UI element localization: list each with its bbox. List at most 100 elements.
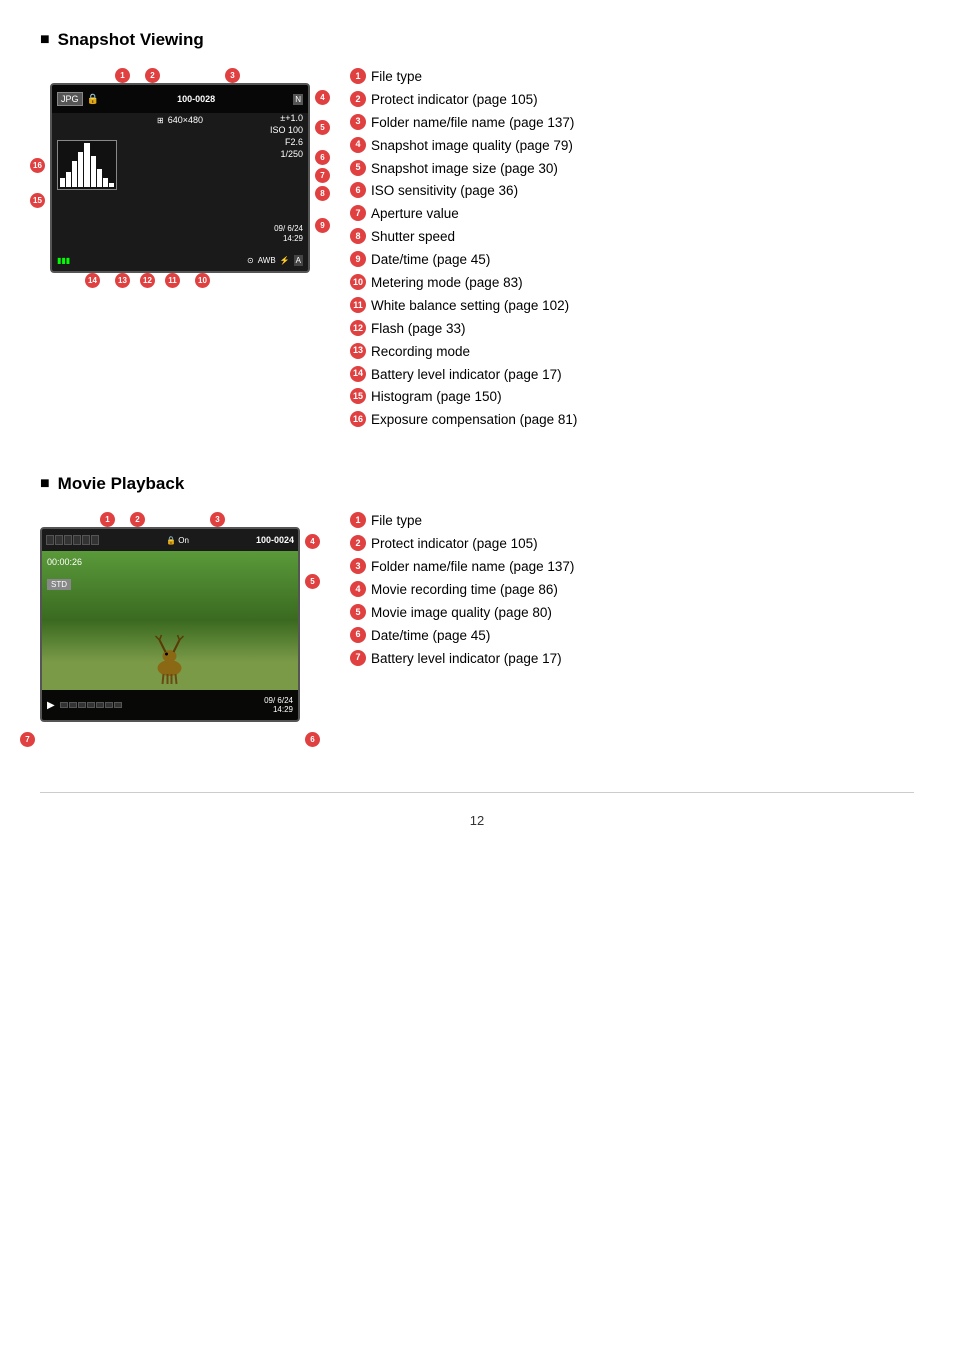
movie-num-3: 3 xyxy=(350,558,366,574)
movie-item-4: 4 Movie recording time (page 86) xyxy=(350,581,914,600)
movie-item-6: 6 Date/time (page 45) xyxy=(350,627,914,646)
snap-num-10: 10 xyxy=(350,274,366,290)
snap-num-6: 6 xyxy=(350,182,366,198)
page-number: 12 xyxy=(40,813,914,828)
movie-callout-4: 4 xyxy=(305,534,320,549)
callout-15: 15 xyxy=(30,193,45,208)
snapshot-item-11: 11 White balance setting (page 102) xyxy=(350,297,914,316)
movie-bottom-bar: ▶ 09/ 6/24 14:29 xyxy=(42,690,298,720)
snap-aperture: F2.6 xyxy=(285,137,303,147)
snap-num-11: 11 xyxy=(350,297,366,313)
snap-label-13: Recording mode xyxy=(371,343,470,362)
snapshot-item-5: 5 Snapshot image size (page 30) xyxy=(350,160,914,179)
snap-label-15: Histogram (page 150) xyxy=(371,388,502,407)
movie-label-5: Movie image quality (page 80) xyxy=(371,604,552,623)
snap-protect-icon: 🔒 xyxy=(87,94,99,105)
movie-quality-badge: STD xyxy=(47,579,71,590)
snap-num-3: 3 xyxy=(350,114,366,130)
callout-4: 4 xyxy=(315,90,330,105)
movie-num-4: 4 xyxy=(350,581,366,597)
callout-5: 5 xyxy=(315,120,330,135)
movie-item-1: 1 File type xyxy=(350,512,914,531)
callout-7: 7 xyxy=(315,168,330,183)
snapshot-item-16: 16 Exposure compensation (page 81) xyxy=(350,411,914,430)
snap-num-15: 15 xyxy=(350,388,366,404)
movie-label-4: Movie recording time (page 86) xyxy=(371,581,558,600)
callout-10: 10 xyxy=(195,273,210,288)
snapshot-item-13: 13 Recording mode xyxy=(350,343,914,362)
snap-date: 09/ 6/24 xyxy=(274,224,303,233)
movie-section: Movie Playback xyxy=(40,474,914,752)
snap-label-11: White balance setting (page 102) xyxy=(371,297,569,316)
snap-resolution: 640×480 xyxy=(168,115,203,125)
movie-callout-2: 2 xyxy=(130,512,145,527)
snapshot-content: JPG 🔒 100-0028 N ⊞ 640×480 xyxy=(40,68,914,434)
snapshot-item-3: 3 Folder name/file name (page 137) xyxy=(350,114,914,133)
snap-label-3: Folder name/file name (page 137) xyxy=(371,114,574,133)
snap-mode-indicator: ⊞ xyxy=(157,116,164,125)
movie-label-6: Date/time (page 45) xyxy=(371,627,490,646)
snap-folder: 100-0028 xyxy=(177,94,215,104)
snap-label-1: File type xyxy=(371,68,422,87)
movie-item-3: 3 Folder name/file name (page 137) xyxy=(350,558,914,577)
movie-item-7: 7 Battery level indicator (page 17) xyxy=(350,650,914,669)
snap-label-2: Protect indicator (page 105) xyxy=(371,91,538,110)
snap-iso: ISO 100 xyxy=(270,125,303,135)
callout-2: 2 xyxy=(145,68,160,83)
snapshot-item-2: 2 Protect indicator (page 105) xyxy=(350,91,914,110)
snap-shutter: 1/250 xyxy=(280,149,303,159)
snap-label-4: Snapshot image quality (page 79) xyxy=(371,137,573,156)
movie-callout-3: 3 xyxy=(210,512,225,527)
callout-12: 12 xyxy=(140,273,155,288)
snap-label-8: Shutter speed xyxy=(371,228,455,247)
movie-info-list: 1 File type 2 Protect indicator (page 10… xyxy=(350,512,914,672)
snap-label-12: Flash (page 33) xyxy=(371,320,466,339)
movie-num-6: 6 xyxy=(350,627,366,643)
movie-folder: 100-0024 xyxy=(256,535,294,545)
snap-quality-badge: N xyxy=(293,94,303,105)
movie-num-7: 7 xyxy=(350,650,366,666)
snap-num-12: 12 xyxy=(350,320,366,336)
snapshot-camera-screen: JPG 🔒 100-0028 N ⊞ 640×480 xyxy=(50,83,310,273)
movie-label-2: Protect indicator (page 105) xyxy=(371,535,538,554)
snapshot-item-15: 15 Histogram (page 150) xyxy=(350,388,914,407)
movie-label-3: Folder name/file name (page 137) xyxy=(371,558,574,577)
snap-num-2: 2 xyxy=(350,91,366,107)
movie-item-2: 2 Protect indicator (page 105) xyxy=(350,535,914,554)
callout-9: 9 xyxy=(315,218,330,233)
movie-title: Movie Playback xyxy=(40,474,914,494)
movie-callout-7: 7 xyxy=(20,732,35,747)
snap-num-4: 4 xyxy=(350,137,366,153)
snap-num-9: 9 xyxy=(350,251,366,267)
movie-label-1: File type xyxy=(371,512,422,531)
movie-num-2: 2 xyxy=(350,535,366,551)
callout-6: 6 xyxy=(315,150,330,165)
snapshot-item-8: 8 Shutter speed xyxy=(350,228,914,247)
callout-8: 8 xyxy=(315,186,330,201)
snapshot-info-list: 1 File type 2 Protect indicator (page 10… xyxy=(350,68,914,434)
snap-label-10: Metering mode (page 83) xyxy=(371,274,523,293)
page-divider xyxy=(40,792,914,793)
snapshot-item-6: 6 ISO sensitivity (page 36) xyxy=(350,182,914,201)
callout-16: 16 xyxy=(30,158,45,173)
snapshot-item-4: 4 Snapshot image quality (page 79) xyxy=(350,137,914,156)
movie-callout-1: 1 xyxy=(100,512,115,527)
callout-3: 3 xyxy=(225,68,240,83)
movie-num-1: 1 xyxy=(350,512,366,528)
snapshot-item-14: 14 Battery level indicator (page 17) xyxy=(350,366,914,385)
snap-num-5: 5 xyxy=(350,160,366,176)
snap-label-14: Battery level indicator (page 17) xyxy=(371,366,562,385)
snap-time: 14:29 xyxy=(283,234,303,243)
snapshot-screen-wrapper: JPG 🔒 100-0028 N ⊞ 640×480 xyxy=(50,68,310,288)
snap-num-8: 8 xyxy=(350,228,366,244)
movie-date: 09/ 6/24 xyxy=(264,696,293,705)
callout-14: 14 xyxy=(85,273,100,288)
movie-callout-5: 5 xyxy=(305,574,320,589)
movie-scene xyxy=(42,551,298,690)
movie-play-icon: ▶ xyxy=(47,700,55,711)
snap-num-1: 1 xyxy=(350,68,366,84)
snapshot-item-10: 10 Metering mode (page 83) xyxy=(350,274,914,293)
movie-num-5: 5 xyxy=(350,604,366,620)
snap-num-13: 13 xyxy=(350,343,366,359)
snapshot-display: JPG 🔒 100-0028 N ⊞ 640×480 xyxy=(40,68,320,288)
